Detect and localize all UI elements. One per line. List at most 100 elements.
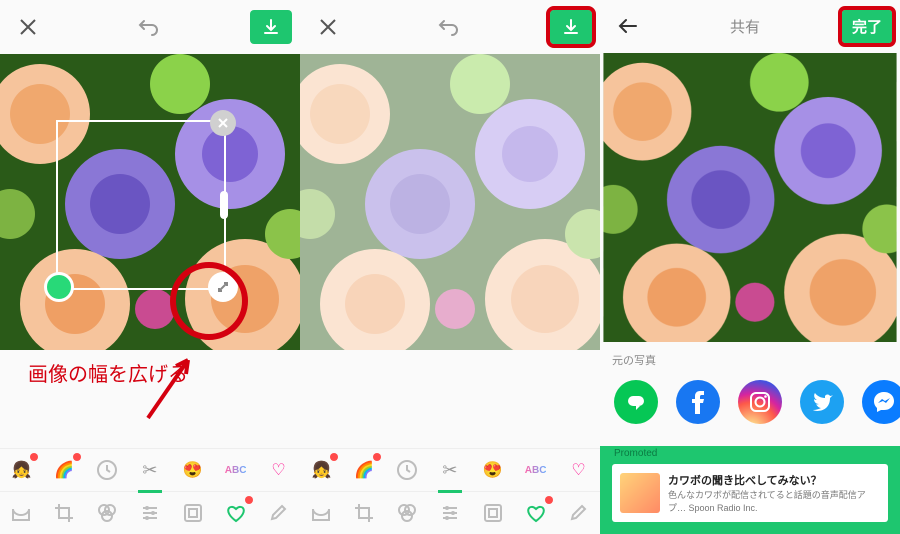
rainbow-icon: 🌈 <box>354 460 374 480</box>
editor-panel-2: 👧 🌈 ✂ 😍 ABC ♡ <box>300 0 600 534</box>
clock-icon <box>396 459 418 481</box>
promo-label: Promoted <box>614 448 657 459</box>
text-icon: ABC <box>225 465 247 476</box>
undo-button[interactable] <box>429 7 469 47</box>
heart-icon <box>525 502 547 524</box>
ad-card[interactable]: カワボの聞き比べしてみない？ 色んなカワボが配信されてると話題の音声配信アプ… … <box>612 464 888 522</box>
twitter-icon <box>811 393 833 411</box>
sticker-heart[interactable]: ♡ <box>563 455 593 485</box>
heart-icon <box>225 502 247 524</box>
topbar <box>0 0 300 54</box>
tool-frame[interactable] <box>178 498 208 528</box>
clock-icon <box>96 459 118 481</box>
canvas <box>0 54 300 350</box>
sticker-toolbar: 👧 🌈 ✂ 😍 ABC ♡ <box>300 448 600 491</box>
download-button[interactable] <box>250 10 292 44</box>
ad-thumbnail <box>620 473 660 513</box>
facebook-icon <box>691 390 705 414</box>
venn-icon <box>96 502 118 524</box>
back-icon <box>618 18 638 34</box>
close-button[interactable] <box>8 7 48 47</box>
bottom-toolbar <box>300 491 600 534</box>
share-row <box>600 374 900 446</box>
emoji-icon: 😍 <box>183 460 203 480</box>
share-messenger[interactable] <box>862 380 900 424</box>
sticker-text[interactable]: ABC <box>221 455 251 485</box>
heart-badge-icon: ♡ <box>271 460 285 480</box>
crop-resize-handle[interactable] <box>208 272 238 302</box>
camera-icon <box>10 502 32 524</box>
sticker-text[interactable]: ABC <box>521 455 551 485</box>
share-twitter[interactable] <box>800 380 844 424</box>
close-icon <box>19 18 37 36</box>
line-icon <box>625 391 647 413</box>
share-panel: 共有 完了 元の写真 Promoted カワボの聞き比べしてみない？ 色んなカワ… <box>600 0 900 534</box>
share-line[interactable] <box>614 380 658 424</box>
share-facebook[interactable] <box>676 380 720 424</box>
tool-brush[interactable] <box>263 498 293 528</box>
undo-button[interactable] <box>129 7 169 47</box>
annotation-caption: 画像の幅を広げる <box>28 358 188 387</box>
crown-icon: 👧 <box>11 460 31 480</box>
brush-icon <box>268 503 288 523</box>
tool-crop[interactable] <box>49 498 79 528</box>
sticker-emoji[interactable]: 😍 <box>478 455 508 485</box>
undo-icon <box>138 18 160 36</box>
done-button[interactable]: 完了 <box>842 10 892 43</box>
tool-filter[interactable] <box>392 498 422 528</box>
tool-adjust[interactable] <box>135 498 165 528</box>
sticker-crown[interactable]: 👧 <box>306 455 336 485</box>
bottom-toolbar <box>0 491 300 534</box>
sticker-emoji[interactable]: 😍 <box>178 455 208 485</box>
sliders-icon <box>440 503 460 523</box>
brush-icon <box>568 503 588 523</box>
crop-remove-handle[interactable] <box>210 110 236 136</box>
tool-brush[interactable] <box>563 498 593 528</box>
tool-crop[interactable] <box>349 498 379 528</box>
download-button[interactable] <box>550 10 592 44</box>
crop-icon <box>354 503 374 523</box>
crop-color-handle[interactable] <box>44 272 74 302</box>
tool-sticker[interactable] <box>221 498 251 528</box>
close-button[interactable] <box>308 7 348 47</box>
messenger-icon <box>873 391 895 413</box>
promo-banner: Promoted カワボの聞き比べしてみない？ 色んなカワボが配信されてると話題… <box>600 446 900 534</box>
tool-camera[interactable] <box>6 498 36 528</box>
camera-icon <box>310 502 332 524</box>
tool-filter[interactable] <box>92 498 122 528</box>
sticker-heart[interactable]: ♡ <box>263 455 293 485</box>
ad-subtitle: 色んなカワボが配信されてると話題の音声配信アプ… Spoon Radio Inc… <box>668 488 880 514</box>
sticker-crown[interactable]: 👧 <box>6 455 36 485</box>
section-label: 元の写真 <box>600 342 900 374</box>
tool-adjust[interactable] <box>435 498 465 528</box>
rainbow-icon: 🌈 <box>54 460 74 480</box>
sticker-rainbow[interactable]: 🌈 <box>49 455 79 485</box>
back-button[interactable] <box>608 6 648 46</box>
tool-camera[interactable] <box>306 498 336 528</box>
sticker-clock[interactable] <box>392 455 422 485</box>
sticker-clock[interactable] <box>92 455 122 485</box>
heart-badge-icon: ♡ <box>571 460 585 480</box>
tool-sticker[interactable] <box>521 498 551 528</box>
crown-icon: 👧 <box>311 460 331 480</box>
share-instagram[interactable] <box>738 380 782 424</box>
sticker-scissors[interactable]: ✂ <box>135 455 165 485</box>
sticker-toolbar: 👧 🌈 ✂ 😍 ABC ♡ <box>0 448 300 491</box>
canvas <box>600 53 900 342</box>
scissors-icon: ✂ <box>142 460 157 481</box>
ad-title: カワボの聞き比べしてみない？ <box>668 472 880 488</box>
editor-panel-1: 画像の幅を広げる 👧 🌈 ✂ 😍 ABC ♡ <box>0 0 300 534</box>
sticker-rainbow[interactable]: 🌈 <box>349 455 379 485</box>
venn-icon <box>396 502 418 524</box>
emoji-icon: 😍 <box>483 460 503 480</box>
tool-frame[interactable] <box>478 498 508 528</box>
text-icon: ABC <box>525 465 547 476</box>
frame-icon <box>483 503 503 523</box>
download-icon <box>262 18 280 36</box>
sticker-scissors[interactable]: ✂ <box>435 455 465 485</box>
crop-icon <box>54 503 74 523</box>
frame-icon <box>183 503 203 523</box>
topbar <box>300 0 600 54</box>
crop-side-handle[interactable] <box>220 191 228 219</box>
crop-overlay[interactable] <box>56 120 226 290</box>
